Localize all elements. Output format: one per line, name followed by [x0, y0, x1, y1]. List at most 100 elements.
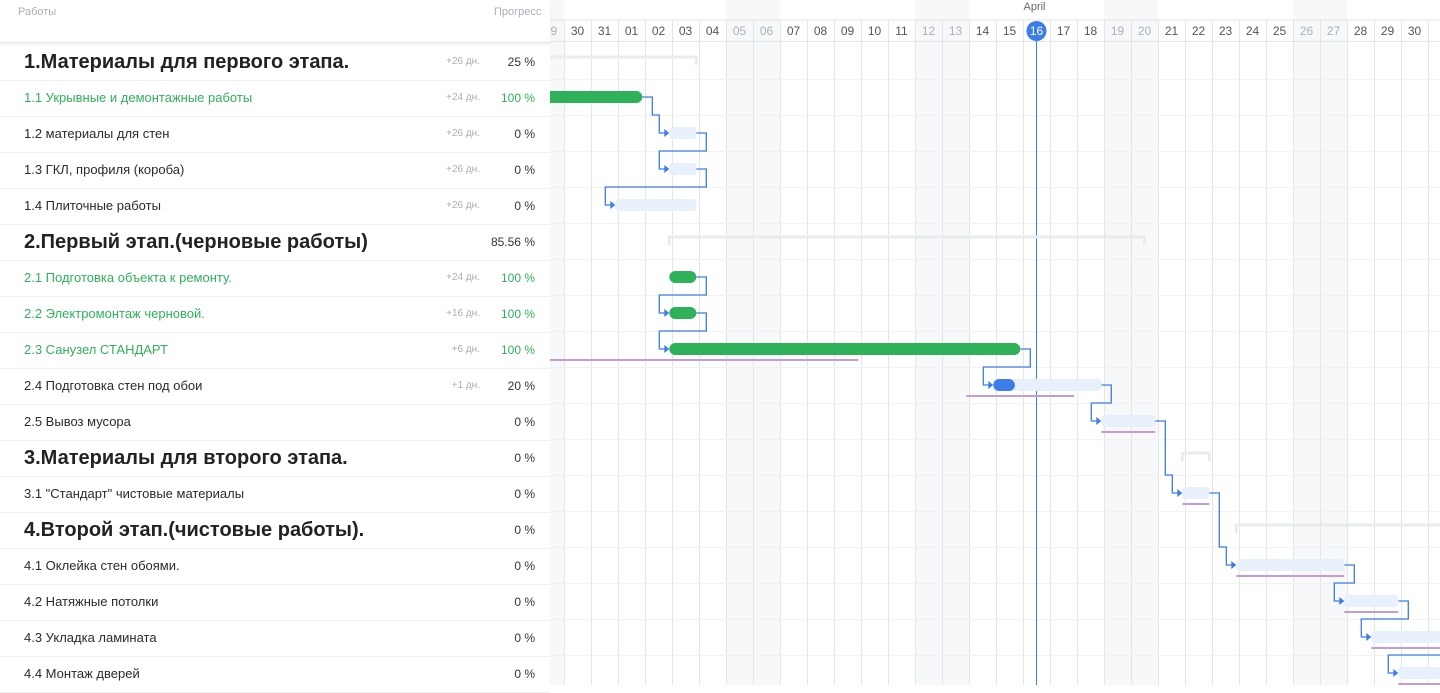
day-label[interactable]: 21	[1158, 21, 1185, 41]
task-row[interactable]: 3.1 "Стандарт" чистовые материалы 0 %	[0, 476, 550, 513]
task-progress: 100 %	[500, 271, 535, 285]
day-label[interactable]: 24	[1239, 21, 1266, 41]
summary-bar[interactable]	[550, 55, 698, 65]
dependency-arrow	[988, 381, 994, 389]
task-row[interactable]: 1.1 Укрывные и демонтажные работы +24 дн.…	[0, 80, 550, 117]
day-label[interactable]: 17	[1050, 21, 1077, 41]
day-label[interactable]: 05	[726, 21, 753, 41]
task-row[interactable]: 2.3 Санузел СТАНДАРТ +6 дн. 100 %	[0, 332, 550, 369]
task-name: 1.1 Укрывные и демонтажные работы	[24, 90, 253, 105]
task-row[interactable]: 2.Первый этап.(черновые работы) 85.56 %	[0, 224, 550, 261]
task-row[interactable]: 4.4 Монтаж дверей 0 %	[0, 656, 550, 693]
day-label[interactable]: 26	[1293, 21, 1320, 41]
task-bar[interactable]	[1371, 631, 1440, 643]
dependency-arrow	[1393, 669, 1399, 677]
day-label[interactable]: 25	[1266, 21, 1293, 41]
task-name: 4.4 Монтаж дверей	[24, 666, 140, 681]
gantt-timeline[interactable]: April 2930310102030405060708091011121314…	[550, 0, 1440, 685]
day-label[interactable]: 20	[1131, 21, 1158, 41]
task-bar[interactable]	[1101, 415, 1156, 427]
works-column-header[interactable]: Работы	[18, 6, 56, 18]
day-label[interactable]: 03	[672, 21, 699, 41]
dependency-arrow	[1231, 561, 1237, 569]
day-label[interactable]: 30	[1401, 21, 1428, 41]
task-bar[interactable]	[669, 163, 697, 175]
day-label[interactable]: 10	[861, 21, 888, 41]
task-name: 1.3 ГКЛ, профиля (короба)	[24, 162, 185, 177]
day-label[interactable]: 13	[942, 21, 969, 41]
task-name: 4.3 Укладка ламината	[24, 630, 157, 645]
task-progress: 100 %	[500, 307, 535, 321]
day-label[interactable]: 22	[1185, 21, 1212, 41]
day-label[interactable]: 07	[780, 21, 807, 41]
task-bar[interactable]	[1182, 487, 1210, 499]
day-label[interactable]: 28	[1347, 21, 1374, 41]
day-label[interactable]: 01	[618, 21, 645, 41]
day-label[interactable]: 14	[969, 21, 996, 41]
task-slack: +1 дн.	[451, 380, 480, 391]
gantt-chart-canvas[interactable]	[550, 0, 1440, 685]
task-progress: 25 %	[507, 55, 535, 69]
summary-bar[interactable]	[1180, 451, 1211, 461]
task-progress: 20 %	[507, 379, 535, 393]
day-label[interactable]: 23	[1212, 21, 1239, 41]
day-label[interactable]: 31	[591, 21, 618, 41]
day-label[interactable]: 27	[1320, 21, 1347, 41]
task-progress: 100 %	[500, 343, 535, 357]
day-label[interactable]: 09	[834, 21, 861, 41]
task-slack: +6 дн.	[451, 344, 480, 355]
task-row[interactable]: 4.1 Оклейка стен обоями. 0 %	[0, 548, 550, 585]
task-slack: +26 дн.	[446, 164, 480, 175]
task-bar[interactable]	[1344, 595, 1399, 607]
task-bar-done[interactable]	[550, 91, 643, 103]
task-progress: 0 %	[514, 127, 535, 141]
task-row[interactable]: 2.1 Подготовка объекта к ремонту. +24 дн.…	[0, 260, 550, 297]
task-row[interactable]: 2.5 Вывоз мусора 0 %	[0, 404, 550, 441]
day-label[interactable]: 04	[699, 21, 726, 41]
task-row[interactable]: 4.3 Укладка ламината 0 %	[0, 620, 550, 657]
day-label[interactable]: 29	[1374, 21, 1401, 41]
progress-column-header[interactable]: Прогресс	[494, 6, 541, 18]
task-row[interactable]: 4.2 Натяжные потолки 0 %	[0, 584, 550, 621]
task-row[interactable]: 1.Материалы для первого этапа. +26 дн. 25 …	[0, 44, 550, 81]
task-progress: 0 %	[514, 559, 535, 573]
task-bar[interactable]	[669, 127, 697, 139]
day-label[interactable]: 29	[550, 21, 564, 41]
weekend-column	[1293, 0, 1320, 685]
task-row[interactable]: 2.4 Подготовка стен под обои +1 дн. 20 %	[0, 368, 550, 405]
day-label[interactable]: 06	[753, 21, 780, 41]
task-bar-done[interactable]	[669, 343, 1021, 355]
weekend-column	[915, 0, 942, 685]
task-row[interactable]: 4.Второй этап.(чистовые работы). 0 %	[0, 512, 550, 549]
task-progress: 0 %	[514, 595, 535, 609]
task-row[interactable]: 1.2 материалы для стен +26 дн. 0 %	[0, 116, 550, 153]
task-row[interactable]: 2.2 Электромонтаж черновой. +16 дн. 100 %	[0, 296, 550, 333]
task-row[interactable]: 1.4 Плиточные работы +26 дн. 0 %	[0, 188, 550, 225]
dependency-arrow	[1096, 417, 1102, 425]
task-bar[interactable]	[615, 199, 697, 211]
day-label[interactable]: 11	[888, 21, 915, 41]
day-label[interactable]: 12	[915, 21, 942, 41]
task-row[interactable]: 1.3 ГКЛ, профиля (короба) +26 дн. 0 %	[0, 152, 550, 189]
task-bar[interactable]	[1398, 667, 1440, 679]
day-label[interactable]: 16	[1023, 21, 1050, 41]
weekend-column	[753, 0, 780, 685]
day-label[interactable]: 02	[645, 21, 672, 41]
dependency-arrow	[664, 165, 670, 173]
day-label[interactable]: 30	[564, 21, 591, 41]
task-bar-done[interactable]	[669, 271, 697, 283]
task-name: 3.1 "Стандарт" чистовые материалы	[24, 486, 245, 501]
dependency-arrow	[664, 309, 670, 317]
day-label[interactable]: 08	[807, 21, 834, 41]
day-label[interactable]: 18	[1077, 21, 1104, 41]
task-bar-done[interactable]	[669, 307, 697, 319]
task-row[interactable]: 3.Материалы для второго этапа. 0 %	[0, 440, 550, 477]
task-bar[interactable]	[1236, 559, 1345, 571]
day-label[interactable]: 19	[1104, 21, 1131, 41]
task-name: 2.4 Подготовка стен под обои	[24, 378, 203, 393]
task-name: 2.5 Вывоз мусора	[24, 414, 131, 429]
task-slack: +26 дн.	[446, 56, 480, 67]
day-label[interactable]: 15	[996, 21, 1023, 41]
task-bar-progress[interactable]	[993, 379, 1015, 391]
task-name: 1.2 материалы для стен	[24, 126, 170, 141]
